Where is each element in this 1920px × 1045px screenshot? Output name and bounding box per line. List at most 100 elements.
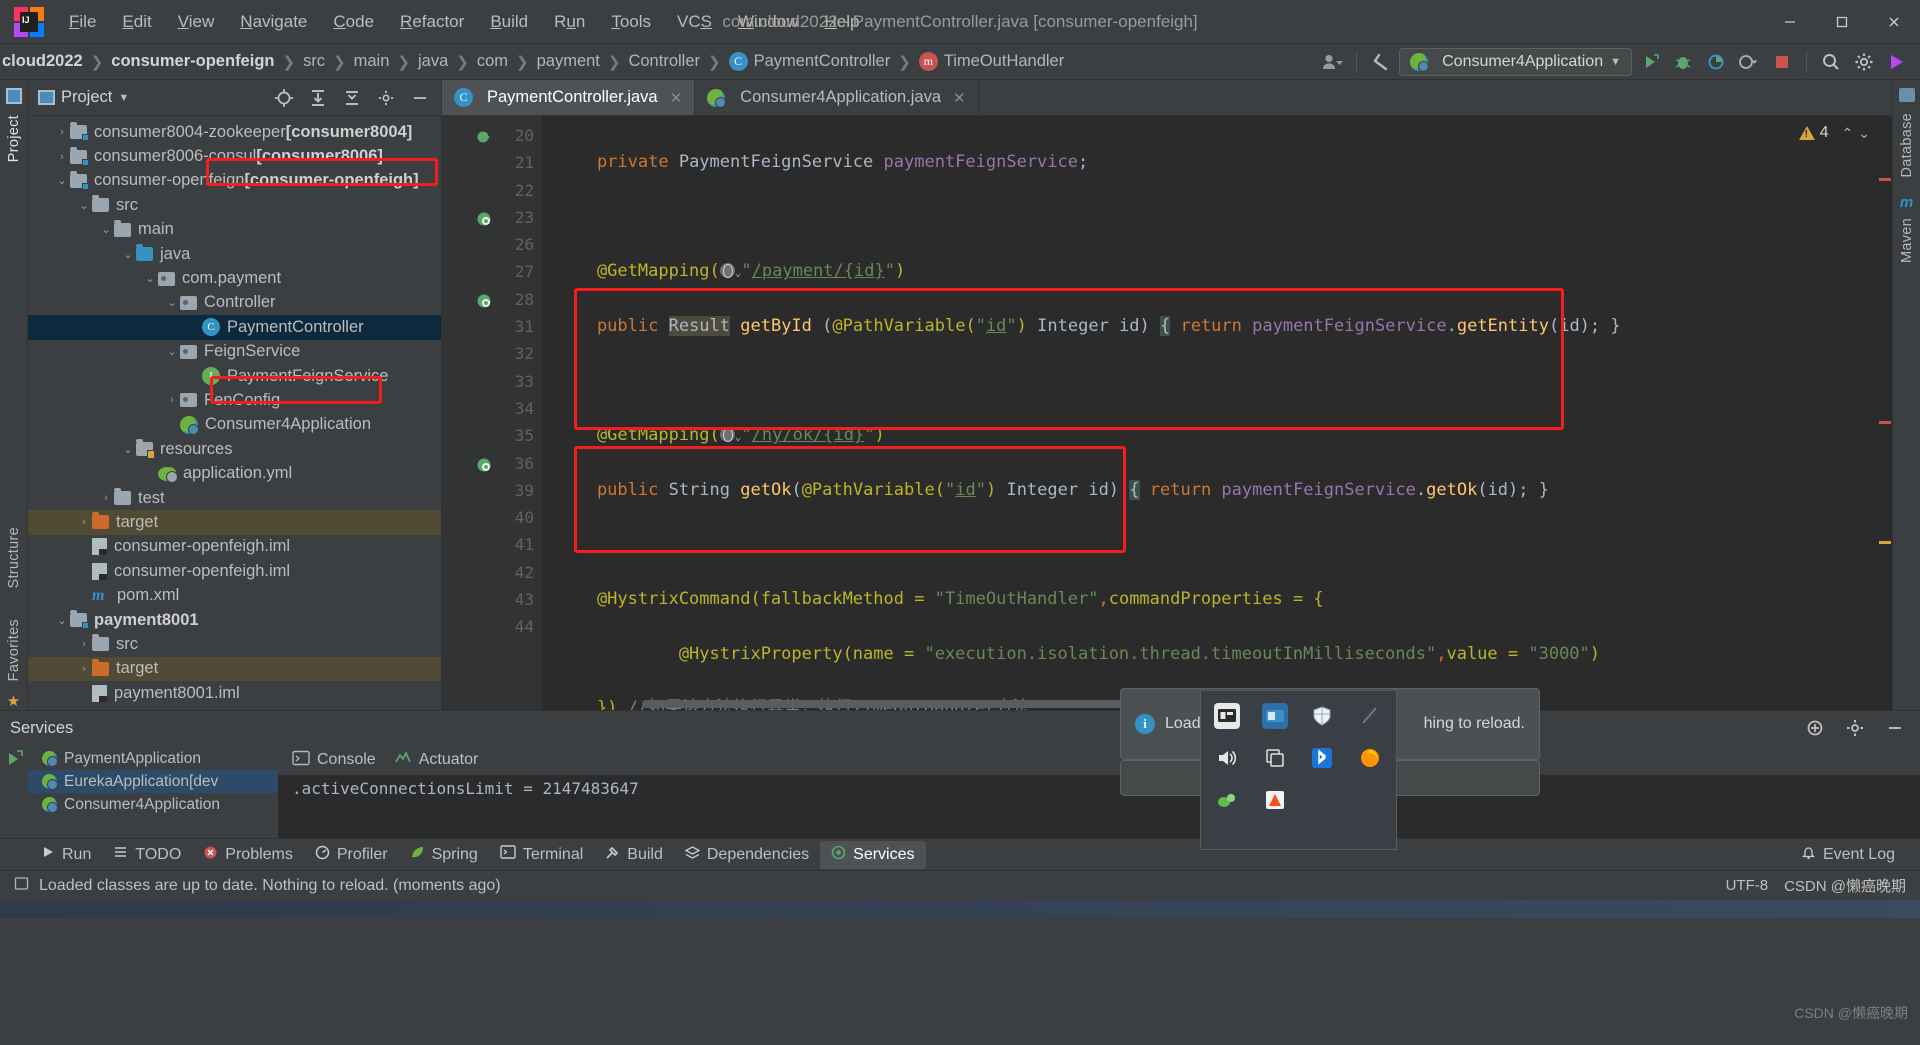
tree-item[interactable]: consumer-openfeigh.iml: [28, 535, 441, 559]
services-add-icon[interactable]: [1800, 714, 1830, 742]
project-tool-icon[interactable]: [5, 88, 22, 104]
close-tab-icon[interactable]: ✕: [953, 89, 966, 107]
tool-button-run[interactable]: Run: [30, 841, 102, 868]
breadcrumb-src[interactable]: src: [301, 52, 327, 71]
tree-item[interactable]: ⌄ src: [28, 193, 441, 217]
tray-shield-icon[interactable]: [1309, 703, 1335, 729]
tree-item[interactable]: › target: [28, 510, 441, 535]
menu-run[interactable]: Run: [541, 7, 598, 37]
hide-panel-icon[interactable]: [405, 84, 435, 112]
menu-code[interactable]: Code: [320, 7, 387, 37]
tree-item[interactable]: I PaymentFeignService: [28, 364, 441, 388]
spring-mapping-marker-icon[interactable]: [476, 455, 493, 472]
settings-gear-icon[interactable]: [1849, 48, 1879, 76]
back-arrow-icon[interactable]: [1366, 48, 1396, 76]
tree-item[interactable]: ⌄ com.payment: [28, 266, 441, 290]
close-tab-icon[interactable]: ✕: [670, 89, 683, 107]
tray-bluetooth-icon[interactable]: [1309, 745, 1335, 771]
prev-highlight-icon[interactable]: ⌃: [1842, 125, 1854, 142]
chevron-right-icon[interactable]: ›: [164, 394, 180, 406]
breadcrumb-java[interactable]: java: [416, 52, 450, 71]
chevron-right-icon[interactable]: ›: [54, 151, 70, 163]
tool-button-spring[interactable]: Spring: [399, 841, 489, 869]
chevron-right-icon[interactable]: ›: [54, 126, 70, 138]
breadcrumb-cloud2022[interactable]: cloud2022: [0, 52, 85, 71]
inspection-warning-badge[interactable]: 4 ⌃ ⌄: [1798, 124, 1870, 142]
menu-file[interactable]: File: [56, 7, 109, 37]
breadcrumb-timeout-handler[interactable]: m TimeOutHandler: [917, 52, 1066, 71]
line-number-gutter[interactable]: 20 21 22 23 + 26 27 28: [442, 116, 562, 710]
chevron-down-icon[interactable]: ▼: [118, 92, 129, 104]
menu-tools[interactable]: Tools: [598, 7, 664, 37]
ide-assistant-icon[interactable]: [1882, 48, 1912, 76]
chevron-right-icon[interactable]: ›: [76, 638, 92, 650]
scroll-from-source-icon[interactable]: [269, 84, 299, 112]
search-icon[interactable]: [1816, 48, 1846, 76]
minimize-button[interactable]: [1764, 0, 1816, 44]
breadcrumb-main[interactable]: main: [352, 52, 392, 71]
chevron-down-icon[interactable]: ⌄: [120, 248, 136, 261]
tray-feather-icon[interactable]: [1357, 703, 1383, 729]
database-icon[interactable]: [1898, 88, 1915, 102]
tree-item[interactable]: › consumer8004-zookeeper [consumer8004]: [28, 120, 441, 144]
tray-firefox-icon[interactable]: [1357, 745, 1383, 771]
editor-right-gutter[interactable]: [1878, 116, 1892, 710]
breadcrumb-com[interactable]: com: [475, 52, 510, 71]
tool-tab-project[interactable]: Project: [3, 108, 25, 169]
run-button[interactable]: [1635, 48, 1665, 76]
tray-app-icon[interactable]: [1261, 703, 1288, 729]
tree-item[interactable]: ⌄ Controller: [28, 291, 441, 315]
tool-button-build[interactable]: Build: [594, 841, 674, 869]
tool-tab-structure[interactable]: Structure: [3, 520, 25, 596]
tool-button-profiler[interactable]: Profiler: [304, 841, 399, 869]
tray-orange-app-icon[interactable]: [1262, 787, 1288, 813]
tool-button-services[interactable]: Services: [820, 840, 926, 869]
tree-item[interactable]: ⌄ main: [28, 218, 441, 242]
tree-item[interactable]: ⌄ java: [28, 242, 441, 266]
tab-actuator[interactable]: Actuator: [394, 750, 478, 771]
debug-button[interactable]: [1668, 48, 1698, 76]
tool-button-dependencies[interactable]: Dependencies: [674, 841, 820, 869]
chevron-down-icon[interactable]: ⌄: [164, 345, 180, 358]
code-editor[interactable]: 20 21 22 23 + 26 27 28: [442, 116, 1892, 710]
tool-button-todo[interactable]: TODO: [102, 841, 192, 868]
menu-build[interactable]: Build: [477, 7, 541, 37]
chevron-down-icon[interactable]: ⌄: [76, 199, 92, 212]
status-encoding[interactable]: UTF-8: [1726, 877, 1769, 894]
profiler-dropdown-button[interactable]: [1734, 48, 1764, 76]
menu-help[interactable]: Help: [811, 7, 872, 37]
services-settings-gear-icon[interactable]: [1840, 714, 1870, 742]
chevron-down-icon[interactable]: ⌄: [142, 272, 158, 285]
tree-item[interactable]: › consumer8006-consul [consumer8006]: [28, 144, 441, 168]
tool-tab-favorites[interactable]: Favorites: [3, 612, 25, 688]
breadcrumb-payment[interactable]: payment: [535, 52, 602, 71]
menu-view[interactable]: View: [165, 7, 228, 37]
tree-item[interactable]: ⌄ resources: [28, 437, 441, 461]
tray-green-app-icon[interactable]: [1214, 787, 1240, 813]
tool-tab-database[interactable]: Database: [1896, 106, 1918, 184]
tray-copy-icon[interactable]: [1262, 745, 1288, 771]
chevron-right-icon[interactable]: ›: [76, 516, 92, 528]
chevron-down-icon[interactable]: ⌄: [120, 443, 136, 456]
tree-item[interactable]: m pom.xml: [28, 583, 441, 607]
user-account-icon[interactable]: [1317, 48, 1347, 76]
services-tree-row[interactable]: Consumer4Application: [28, 793, 278, 816]
breadcrumb-controller[interactable]: Controller: [626, 52, 702, 71]
chevron-down-icon[interactable]: ⌄: [54, 174, 70, 187]
tab-consumer4application[interactable]: Consumer4Application.java ✕: [695, 80, 979, 115]
system-tray-popup[interactable]: [1200, 690, 1397, 850]
tab-payment-controller[interactable]: C PaymentController.java ✕: [442, 80, 696, 115]
tree-item[interactable]: application.yml: [28, 461, 441, 485]
chevron-down-icon[interactable]: ⌄: [164, 296, 180, 309]
menu-edit[interactable]: Edit: [109, 7, 164, 37]
menu-window[interactable]: Window: [725, 7, 811, 37]
tab-console[interactable]: Console: [292, 750, 376, 771]
chevron-right-icon[interactable]: ›: [98, 492, 114, 504]
tree-item[interactable]: C PaymentController: [28, 315, 441, 340]
tree-item[interactable]: › test: [28, 486, 441, 510]
tool-button-problems[interactable]: Problems: [192, 841, 304, 869]
spring-mapping-marker-icon[interactable]: [476, 291, 493, 308]
services-tree-row-selected[interactable]: EurekaApplication [dev: [28, 770, 278, 793]
services-rerun-icon[interactable]: [4, 749, 24, 774]
code-text-area[interactable]: private PaymentFeignService paymentFeign…: [542, 116, 1878, 710]
